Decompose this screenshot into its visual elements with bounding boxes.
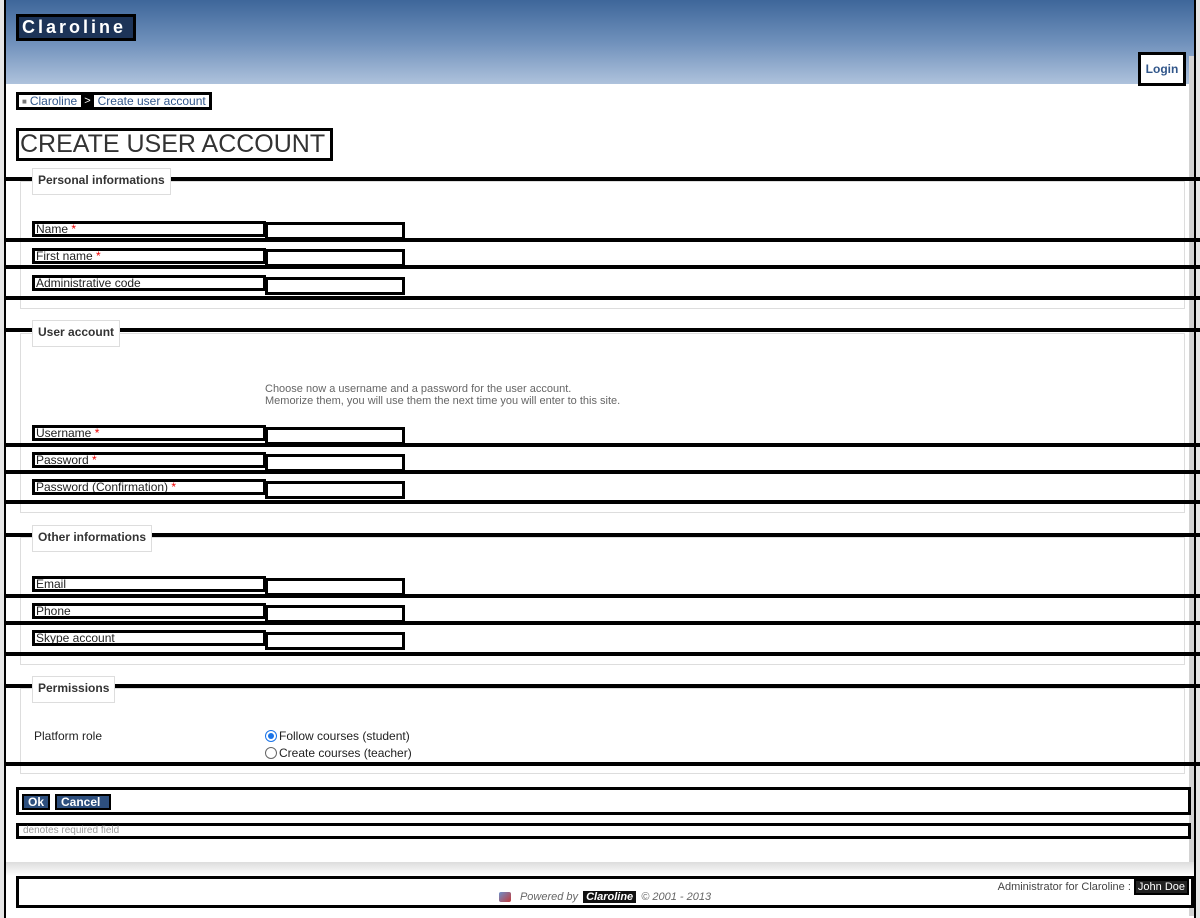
form-actions: Ok Cancel — [16, 787, 1191, 815]
footer-separator — [6, 862, 1194, 876]
radio-student[interactable] — [265, 730, 277, 742]
first-name-label: First name * — [32, 248, 266, 264]
claroline-logo[interactable]: Claroline — [16, 14, 136, 41]
divider — [6, 533, 1200, 537]
permissions-legend: Permissions — [32, 676, 116, 703]
administrative-code-input[interactable] — [265, 277, 405, 295]
username-label: Username * — [32, 425, 266, 441]
claroline-logo-icon — [498, 892, 511, 903]
footer: Administrator for Claroline : John Doe P… — [16, 876, 1194, 908]
administrative-code-label: Administrative code — [32, 275, 266, 291]
divider — [6, 621, 1200, 625]
header-banner — [6, 0, 1194, 84]
divider — [6, 470, 1200, 474]
skype-account-label: Skype account — [32, 630, 266, 646]
divider — [6, 762, 1200, 766]
account-hint: Choose now a username and a password for… — [265, 383, 621, 407]
divider — [6, 652, 1200, 656]
cancel-button[interactable]: Cancel — [55, 794, 111, 810]
login-button[interactable]: Login — [1138, 52, 1186, 86]
page: Claroline Login ■ Claroline > Create use… — [4, 0, 1200, 918]
breadcrumb-home-link[interactable]: Claroline — [30, 94, 77, 108]
divider — [6, 594, 1200, 598]
divider — [6, 684, 1200, 688]
divider — [6, 177, 1200, 181]
phone-label: Phone — [32, 603, 266, 619]
radio-teacher[interactable] — [265, 747, 277, 759]
user-account-legend: User account — [32, 320, 121, 347]
page-title: CREATE USER ACCOUNT — [16, 128, 333, 161]
divider — [6, 328, 1200, 332]
home-icon: ■ — [22, 96, 27, 106]
other-info-legend: Other informations — [32, 525, 153, 552]
required-field-note: denotes required field — [16, 823, 1191, 839]
skype-account-input[interactable] — [265, 632, 405, 650]
role-option-student[interactable]: Follow courses (student) — [265, 729, 410, 743]
platform-role-label: Platform role — [34, 729, 103, 743]
divider — [6, 265, 1200, 269]
powered-by: Powered by Claroline © 2001 - 2013 — [19, 891, 1191, 903]
role-option-teacher-label: Create courses (teacher) — [279, 746, 412, 760]
divider — [6, 296, 1200, 300]
breadcrumb-separator: > — [81, 95, 94, 107]
personal-info-legend: Personal informations — [32, 168, 171, 195]
password-confirmation-input[interactable] — [265, 481, 405, 499]
ok-button[interactable]: Ok — [22, 794, 51, 810]
divider — [6, 443, 1200, 447]
divider — [6, 500, 1200, 504]
email-label: Email — [32, 576, 266, 592]
claroline-link[interactable]: Claroline — [583, 891, 637, 903]
role-option-student-label: Follow courses (student) — [279, 729, 410, 743]
breadcrumb: ■ Claroline > Create user account — [16, 92, 212, 110]
password-confirmation-label: Password (Confirmation) * — [32, 479, 266, 495]
breadcrumb-current-link[interactable]: Create user account — [98, 94, 206, 108]
divider — [6, 238, 1200, 242]
name-label: Name * — [32, 221, 266, 237]
password-label: Password * — [32, 452, 266, 468]
role-option-teacher[interactable]: Create courses (teacher) — [265, 746, 412, 760]
